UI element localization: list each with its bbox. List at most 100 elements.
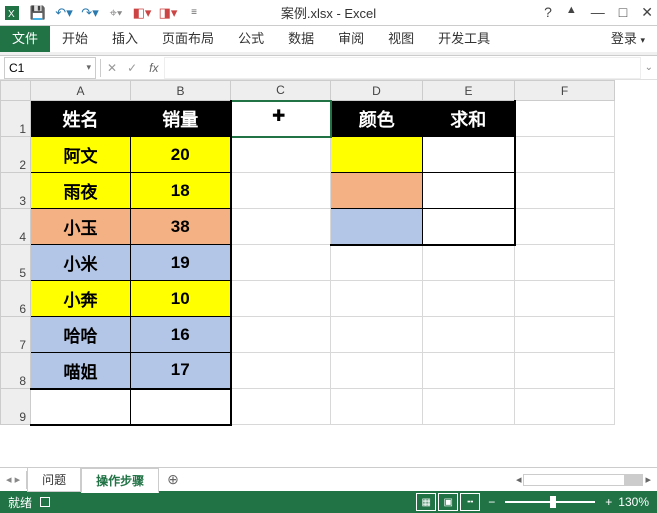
sheet-tab-0[interactable]: 问题 — [27, 467, 81, 492]
row-header-5[interactable]: 5 — [1, 245, 31, 281]
cell-A9[interactable] — [31, 389, 131, 425]
help-icon[interactable]: ? — [544, 4, 552, 21]
row-header-6[interactable]: 6 — [1, 281, 31, 317]
minimize-button[interactable]: — — [591, 4, 605, 21]
col-header-B[interactable]: B — [131, 81, 231, 101]
cell-B8[interactable]: 17 — [131, 353, 231, 389]
excel-icon[interactable]: X — [4, 5, 20, 21]
cell-B4[interactable]: 38 — [131, 209, 231, 245]
cell-F5[interactable] — [515, 245, 615, 281]
sheet-scroll[interactable]: ◂ ▸ — [516, 473, 657, 486]
maximize-button[interactable]: □ — [619, 4, 627, 21]
cell-E2[interactable] — [423, 137, 515, 173]
tab-data[interactable]: 数据 — [276, 26, 326, 52]
col-header-D[interactable]: D — [331, 81, 423, 101]
cell-C5[interactable] — [231, 245, 331, 281]
cell-F7[interactable] — [515, 317, 615, 353]
cell-F4[interactable] — [515, 209, 615, 245]
cell-F9[interactable] — [515, 389, 615, 425]
cell-E4[interactable] — [423, 209, 515, 245]
login-button[interactable]: 登录 ▾ — [599, 26, 657, 52]
cell-B5[interactable]: 19 — [131, 245, 231, 281]
custom-icon-2[interactable]: ◨▾ — [160, 5, 176, 21]
cell-C8[interactable] — [231, 353, 331, 389]
cell-D7[interactable] — [331, 317, 423, 353]
tab-insert[interactable]: 插入 — [100, 26, 150, 52]
view-normal-icon[interactable]: ▦ — [416, 493, 436, 511]
col-header-A[interactable]: A — [31, 81, 131, 101]
formula-expand-icon[interactable]: ⌄ — [641, 62, 657, 73]
cell-B9[interactable] — [131, 389, 231, 425]
sheet-tab-1[interactable]: 操作步骤 — [81, 468, 159, 493]
zoom-level[interactable]: 130% — [618, 495, 649, 509]
zoom-in-button[interactable]: + — [605, 495, 612, 509]
zoom-slider[interactable] — [505, 501, 595, 503]
view-break-icon[interactable]: ╍ — [460, 493, 480, 511]
custom-icon-1[interactable]: ◧▾ — [134, 5, 150, 21]
cell-E6[interactable] — [423, 281, 515, 317]
tab-home[interactable]: 开始 — [50, 26, 100, 52]
fx-icon[interactable]: fx — [143, 61, 164, 75]
cell-E1[interactable]: 求和 — [423, 101, 515, 137]
row-header-3[interactable]: 3 — [1, 173, 31, 209]
row-header-4[interactable]: 4 — [1, 209, 31, 245]
cell-C2[interactable] — [231, 137, 331, 173]
row-header-2[interactable]: 2 — [1, 137, 31, 173]
tab-review[interactable]: 审阅 — [326, 26, 376, 52]
cell-E5[interactable] — [423, 245, 515, 281]
name-box-dropdown-icon[interactable]: ▾ — [86, 62, 91, 73]
cell-D9[interactable] — [331, 389, 423, 425]
zoom-out-button[interactable]: − — [488, 495, 495, 509]
cell-E7[interactable] — [423, 317, 515, 353]
tab-view[interactable]: 视图 — [376, 26, 426, 52]
col-header-C[interactable]: C — [231, 81, 331, 101]
cell-C1[interactable] — [231, 101, 331, 137]
col-header-E[interactable]: E — [423, 81, 515, 101]
cell-B1[interactable]: 销量 — [131, 101, 231, 137]
cell-E9[interactable] — [423, 389, 515, 425]
cell-A6[interactable]: 小奔 — [31, 281, 131, 317]
cell-A4[interactable]: 小玉 — [31, 209, 131, 245]
col-header-F[interactable]: F — [515, 81, 615, 101]
cell-E8[interactable] — [423, 353, 515, 389]
cell-A1[interactable]: 姓名 — [31, 101, 131, 137]
cell-B7[interactable]: 16 — [131, 317, 231, 353]
cell-F8[interactable] — [515, 353, 615, 389]
worksheet-grid[interactable]: ABCDEF1姓名销量颜色求和2阿文203雨夜184小玉385小米196小奔10… — [0, 80, 657, 467]
row-header-1[interactable]: 1 — [1, 101, 31, 137]
tab-formulas[interactable]: 公式 — [226, 26, 276, 52]
row-header-9[interactable]: 9 — [1, 389, 31, 425]
cell-A3[interactable]: 雨夜 — [31, 173, 131, 209]
cell-F6[interactable] — [515, 281, 615, 317]
cell-A5[interactable]: 小米 — [31, 245, 131, 281]
name-box[interactable]: C1 ▾ — [4, 57, 96, 79]
view-page-icon[interactable]: ▣ — [438, 493, 458, 511]
cell-F2[interactable] — [515, 137, 615, 173]
cell-A8[interactable]: 喵姐 — [31, 353, 131, 389]
cell-D3[interactable] — [331, 173, 423, 209]
cell-C7[interactable] — [231, 317, 331, 353]
row-header-8[interactable]: 8 — [1, 353, 31, 389]
ribbon-toggle-icon[interactable]: ▲ — [566, 4, 577, 21]
formula-bar[interactable] — [164, 57, 640, 79]
cell-B3[interactable]: 18 — [131, 173, 231, 209]
sheet-nav[interactable]: ◂ ▸ — [0, 473, 26, 486]
cell-C4[interactable] — [231, 209, 331, 245]
row-header-7[interactable]: 7 — [1, 317, 31, 353]
cell-B6[interactable]: 10 — [131, 281, 231, 317]
cell-C3[interactable] — [231, 173, 331, 209]
cell-D8[interactable] — [331, 353, 423, 389]
cell-F3[interactable] — [515, 173, 615, 209]
cell-E3[interactable] — [423, 173, 515, 209]
cell-D6[interactable] — [331, 281, 423, 317]
select-all-corner[interactable] — [1, 81, 31, 101]
redo-icon[interactable]: ↷▾ — [82, 5, 98, 21]
undo-icon[interactable]: ↶▾ — [56, 5, 72, 21]
cell-B2[interactable]: 20 — [131, 137, 231, 173]
close-button[interactable]: ✕ — [641, 4, 653, 21]
touch-mode-icon[interactable]: ⌖▾ — [108, 5, 124, 21]
cell-D2[interactable] — [331, 137, 423, 173]
add-sheet-button[interactable]: ⊕ — [159, 471, 187, 488]
cell-C6[interactable] — [231, 281, 331, 317]
cell-A2[interactable]: 阿文 — [31, 137, 131, 173]
